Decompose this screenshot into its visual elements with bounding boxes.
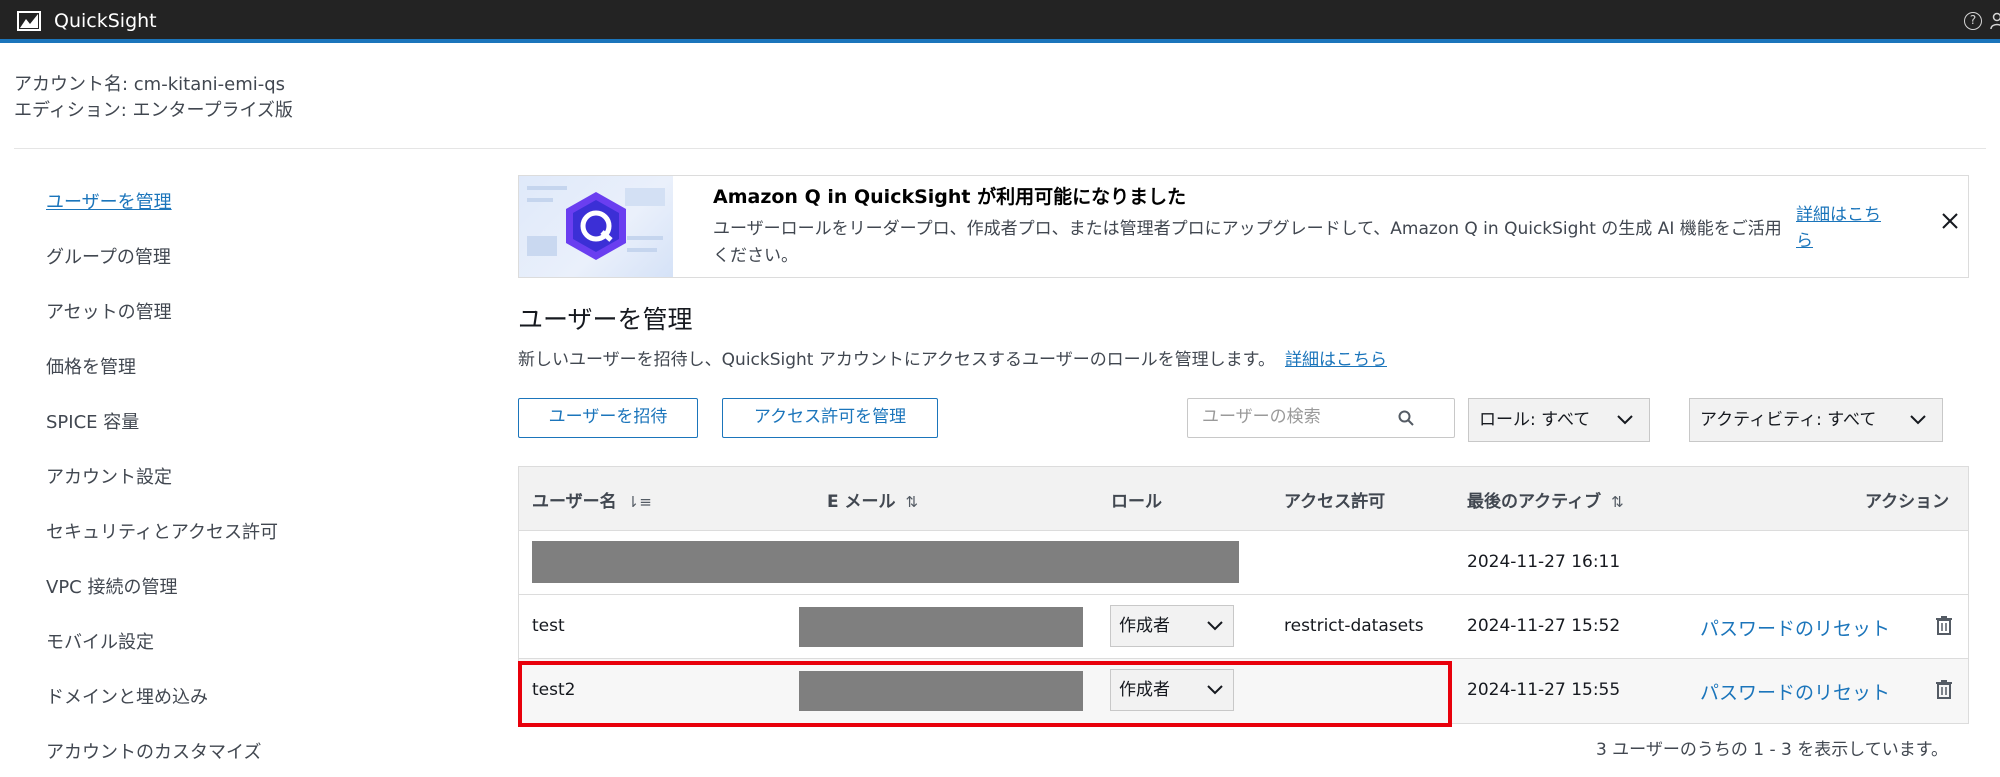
username-cell: test [532, 616, 565, 636]
amazon-q-banner: Amazon Q in QuickSight が利用可能になりました ユーザーロ… [518, 175, 1969, 278]
banner-text: ユーザーロールをリーダープロ、作成者プロ、または管理者プロにアップグレードして、… [713, 219, 1782, 266]
user-search [1187, 398, 1455, 438]
last-active-cell: 2024-11-27 15:55 [1467, 680, 1621, 700]
users-table: ユーザー名 ⇂≡ E メール ⇅ ロール アクセス許可 最後のアクティブ ⇅ アクショ… [518, 466, 1969, 724]
sidebar-item-manage-users[interactable]: ユーザーを管理 [46, 188, 172, 214]
banner-learn-more-link[interactable]: 詳細はこちら [1796, 202, 1892, 254]
sidebar-item-mobile[interactable]: モバイル設定 [46, 628, 154, 654]
amazon-q-logo-icon [527, 186, 665, 260]
role-select[interactable]: 作成者 [1110, 669, 1234, 711]
table-row: test2 作成者 2024-11-27 15:55 パスワードのリセット [519, 659, 1968, 723]
manage-permissions-button[interactable]: アクセス許可を管理 [722, 398, 938, 438]
pagination-summary: 3 ユーザーのうちの 1 - 3 を表示しています。 [1595, 740, 1948, 760]
sort-icon[interactable]: ⇅ [1611, 493, 1624, 511]
sidebar-item-account-settings[interactable]: アカウント設定 [46, 463, 172, 489]
username-cell: test2 [532, 680, 576, 700]
column-header-action: アクション [1865, 492, 1950, 512]
chevron-down-icon [1207, 685, 1223, 695]
search-input[interactable] [1202, 407, 1402, 427]
close-icon[interactable] [1939, 210, 1961, 232]
last-active-cell: 2024-11-27 15:52 [1467, 616, 1621, 636]
sidebar-item-domains[interactable]: ドメインと埋め込み [46, 683, 208, 709]
help-icon[interactable]: ? [1964, 12, 1982, 30]
last-active-cell: 2024-11-27 16:11 [1467, 552, 1621, 572]
app-title[interactable]: QuickSight [54, 10, 157, 32]
page-title: ユーザーを管理 [518, 305, 693, 334]
banner-title: Amazon Q in QuickSight が利用可能になりました [713, 186, 1187, 208]
account-name: アカウント名: cm-kitani-emi-qs [14, 74, 286, 95]
trash-icon[interactable] [1936, 615, 1952, 635]
account-info: アカウント名: cm-kitani-emi-qs エディション: エンタープライ… [14, 72, 293, 124]
banner-illustration [519, 176, 673, 277]
table-row: test 作成者 restrict-datasets 2024-11-27 15… [519, 595, 1968, 659]
sidebar-item-spice-capacity[interactable]: SPICE 容量 [46, 408, 139, 434]
account-edition: エディション: エンタープライズ版 [14, 100, 293, 121]
search-icon[interactable] [1398, 410, 1414, 426]
trash-icon[interactable] [1936, 679, 1952, 699]
column-header-username[interactable]: ユーザー名 ⇂≡ [532, 487, 652, 512]
divider [14, 148, 1986, 149]
redacted-email [799, 607, 1083, 647]
sidebar-item-manage-assets[interactable]: アセットの管理 [46, 298, 172, 324]
table-header: ユーザー名 ⇂≡ E メール ⇅ ロール アクセス許可 最後のアクティブ ⇅ アクショ… [519, 467, 1968, 531]
invite-user-button[interactable]: ユーザーを招待 [518, 398, 698, 438]
page-description-text: 新しいユーザーを招待し、QuickSight アカウントにアクセスするユーザーの… [518, 350, 1275, 370]
chevron-down-icon [1207, 621, 1223, 631]
column-header-role: ロール [1111, 492, 1162, 512]
user-icon[interactable] [1990, 12, 2000, 30]
sidebar-item-vpc[interactable]: VPC 接続の管理 [46, 573, 177, 599]
redacted-block [532, 541, 1239, 583]
chevron-down-icon [1910, 415, 1926, 425]
sidebar-item-customize[interactable]: アカウントのカスタマイズ [46, 738, 261, 764]
redacted-email [799, 671, 1083, 711]
role-select[interactable]: 作成者 [1110, 605, 1234, 647]
column-header-email[interactable]: E メール ⇅ [827, 487, 918, 512]
table-row: 2024-11-27 16:11 [519, 531, 1968, 595]
column-header-last-active[interactable]: 最後のアクティブ ⇅ [1467, 487, 1624, 512]
chevron-down-icon [1617, 415, 1633, 425]
top-bar: QuickSight ? [0, 0, 2000, 43]
reset-password-link[interactable]: パスワードのリセット [1700, 614, 1890, 641]
quicksight-logo-icon[interactable] [17, 11, 41, 31]
sidebar-item-manage-groups[interactable]: グループの管理 [46, 243, 171, 269]
activity-filter-select[interactable]: アクティビティ: すべて [1689, 398, 1943, 442]
sort-icon[interactable]: ⇂≡ [627, 493, 652, 511]
sidebar-item-security[interactable]: セキュリティとアクセス許可 [46, 518, 278, 544]
sort-icon[interactable]: ⇅ [906, 493, 919, 511]
reset-password-link[interactable]: パスワードのリセット [1700, 678, 1890, 705]
role-value: 作成者 [1119, 680, 1170, 700]
role-filter-value: ロール: すべて [1479, 410, 1591, 430]
role-filter-select[interactable]: ロール: すべて [1468, 398, 1650, 442]
activity-filter-value: アクティビティ: すべて [1700, 410, 1877, 430]
role-value: 作成者 [1119, 616, 1170, 636]
sidebar-item-manage-pricing[interactable]: 価格を管理 [46, 353, 136, 379]
page-description: 新しいユーザーを招待し、QuickSight アカウントにアクセスするユーザーの… [518, 345, 1387, 370]
column-header-permission: アクセス許可 [1284, 492, 1386, 512]
permission-cell: restrict-datasets [1284, 616, 1424, 636]
page-learn-more-link[interactable]: 詳細はこちら [1285, 350, 1387, 370]
